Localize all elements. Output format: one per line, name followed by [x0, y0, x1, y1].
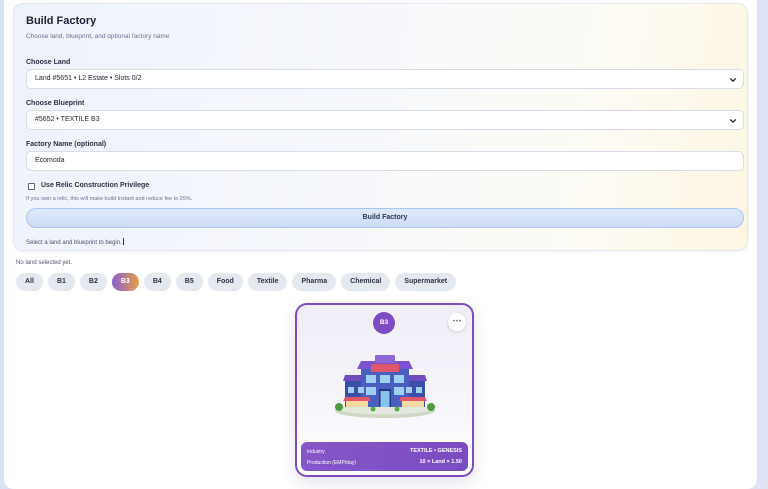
- chevron-down-icon: [729, 78, 737, 82]
- filter-chip-b2[interactable]: B2: [79, 273, 107, 291]
- textile-factory-icon: [335, 355, 435, 418]
- filter-chip-b3[interactable]: B3: [111, 273, 139, 291]
- filter-chip-b4[interactable]: B4: [143, 273, 171, 291]
- filter-chip-b5[interactable]: B5: [175, 273, 203, 291]
- filter-chip-all[interactable]: All: [16, 273, 43, 291]
- filter-chip-food[interactable]: Food: [207, 273, 243, 291]
- blueprint-select[interactable]: #5652 • TEXTILE B3: [26, 110, 744, 130]
- build-factory-card: Build Factory Choose land, blueprint, an…: [13, 3, 748, 251]
- filter-chips: All B1 B2 B3 B4 B5 Food Textile Pharma C…: [16, 273, 457, 291]
- relic-checkbox[interactable]: [28, 183, 35, 190]
- land-select[interactable]: Land #5651 • L2 Estate • Slots 0/2: [26, 69, 744, 89]
- factory-name-label: Factory Name (optional): [26, 141, 107, 148]
- text-caret: [122, 238, 124, 245]
- filter-chip-supermarket[interactable]: Supermarket: [395, 273, 457, 291]
- factory-info-panel: Industry TEXTILE • GENESIS Production (E…: [301, 442, 468, 471]
- page: Build Factory Choose land, blueprint, an…: [4, 0, 757, 489]
- chevron-down-icon: [729, 119, 737, 123]
- industry-label: Industry: [307, 449, 325, 455]
- factory-blueprint-card[interactable]: B3 ⋯ Industry TEXTILE • GENESIS Producti…: [295, 303, 474, 477]
- relic-hint: If you own a relic, this will make build…: [26, 196, 193, 202]
- no-land-message: No land selected yet.: [16, 260, 73, 266]
- filter-chip-pharma[interactable]: Pharma: [292, 273, 337, 291]
- filter-chip-chemical[interactable]: Chemical: [341, 273, 391, 291]
- industry-value: TEXTILE • GENESIS: [409, 448, 462, 454]
- land-select-value: Land #5651 • L2 Estate • Slots 0/2: [35, 75, 142, 82]
- relic-checkbox-label[interactable]: Use Relic Construction Privilege: [41, 182, 149, 189]
- blueprint-select-value: #5652 • TEXTILE B3: [35, 116, 100, 123]
- production-value: 10 × Land × 1.50: [419, 459, 463, 465]
- build-factory-button[interactable]: Build Factory: [26, 208, 744, 228]
- blueprint-label: Choose Blueprint: [26, 100, 85, 107]
- status-text: Select a land and blueprint to begin.: [26, 238, 124, 246]
- tier-badge: B3: [373, 312, 395, 334]
- production-label: Production (EMP/day): [307, 460, 356, 466]
- status-message: Select a land and blueprint to begin.: [26, 240, 122, 246]
- filter-chip-b1[interactable]: B1: [47, 273, 75, 291]
- land-label: Choose Land: [26, 59, 71, 66]
- filter-chip-textile[interactable]: Textile: [247, 273, 288, 291]
- factory-name-value: Ecomoda: [35, 157, 65, 164]
- more-options-icon[interactable]: ⋯: [448, 313, 466, 331]
- factory-name-input[interactable]: Ecomoda: [26, 151, 744, 171]
- form-title: Build Factory: [26, 15, 97, 27]
- form-subtitle: Choose land, blueprint, and optional fac…: [26, 33, 170, 40]
